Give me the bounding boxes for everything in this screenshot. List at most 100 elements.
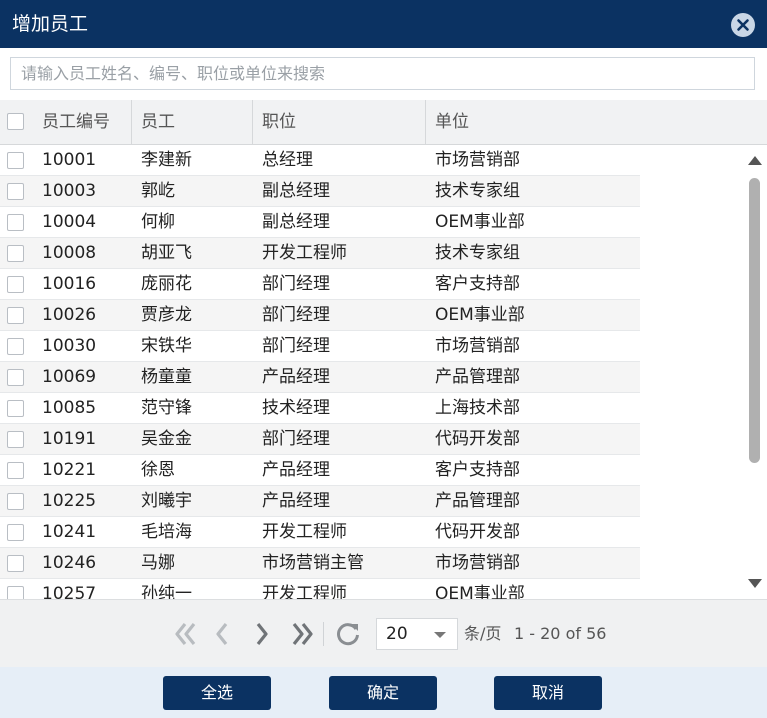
cell-employee-id: 10257 (42, 584, 97, 599)
row-checkbox[interactable] (7, 555, 24, 572)
table-row[interactable]: 10257 孙纯一 开发工程师 OEM事业部 (0, 579, 640, 599)
table-row[interactable]: 10008 胡亚飞 开发工程师 技术专家组 (0, 238, 640, 269)
cell-unit: 技术专家组 (435, 181, 520, 201)
row-checkbox[interactable] (7, 276, 24, 293)
search-input[interactable] (11, 58, 754, 89)
row-checkbox[interactable] (7, 431, 24, 448)
table-row[interactable]: 10069 杨童童 产品经理 产品管理部 (0, 362, 640, 393)
confirm-button[interactable]: 确定 (329, 676, 437, 710)
row-checkbox[interactable] (7, 307, 24, 324)
cell-employee-name: 吴金金 (141, 429, 192, 449)
cell-position: 部门经理 (262, 429, 330, 449)
row-checkbox[interactable] (7, 245, 24, 262)
cell-employee-name: 徐恩 (141, 460, 175, 480)
cell-position: 开发工程师 (262, 584, 347, 599)
prev-page-icon[interactable] (212, 620, 232, 648)
cell-position: 技术经理 (262, 398, 330, 418)
vertical-scrollbar[interactable] (743, 145, 767, 599)
page-size-value: 20 (386, 624, 408, 644)
row-checkbox[interactable] (7, 493, 24, 510)
table-row[interactable]: 10225 刘曦宇 产品经理 产品管理部 (0, 486, 640, 517)
table-row[interactable]: 10085 范守锋 技术经理 上海技术部 (0, 393, 640, 424)
row-checkbox[interactable] (7, 586, 24, 599)
row-checkbox[interactable] (7, 338, 24, 355)
scroll-up-icon[interactable] (748, 156, 762, 165)
column-divider (131, 100, 132, 144)
cell-employee-name: 庞丽花 (141, 274, 192, 294)
cell-position: 产品经理 (262, 367, 330, 387)
column-header-position[interactable]: 职位 (262, 100, 296, 144)
cell-employee-name: 刘曦宇 (141, 491, 192, 511)
cell-employee-id: 10221 (42, 460, 97, 480)
last-page-icon[interactable] (288, 620, 316, 648)
cancel-button[interactable]: 取消 (494, 676, 602, 710)
cell-unit: 代码开发部 (435, 429, 520, 449)
table-row[interactable]: 10221 徐恩 产品经理 客户支持部 (0, 455, 640, 486)
cell-unit: 市场营销部 (435, 150, 520, 170)
row-checkbox[interactable] (7, 400, 24, 417)
dialog-title: 增加员工 (12, 13, 89, 35)
cell-unit: OEM事业部 (435, 212, 525, 232)
cell-unit: 上海技术部 (435, 398, 520, 418)
table-header: 员工编号 员工 职位 单位 (0, 100, 767, 145)
cell-unit: 市场营销部 (435, 336, 520, 356)
cell-position: 部门经理 (262, 274, 330, 294)
column-header-id[interactable]: 员工编号 (42, 100, 110, 144)
cell-employee-id: 10191 (42, 429, 97, 449)
table-row[interactable]: 10016 庞丽花 部门经理 客户支持部 (0, 269, 640, 300)
cell-unit: OEM事业部 (435, 305, 525, 325)
cell-position: 产品经理 (262, 460, 330, 480)
table-row[interactable]: 10026 贾彦龙 部门经理 OEM事业部 (0, 300, 640, 331)
row-checkbox[interactable] (7, 369, 24, 386)
row-checkbox[interactable] (7, 524, 24, 541)
cell-employee-name: 李建新 (141, 150, 192, 170)
cell-unit: 市场营销部 (435, 553, 520, 573)
page-size-select[interactable]: 20 (376, 618, 458, 650)
table-row[interactable]: 10001 李建新 总经理 市场营销部 (0, 145, 640, 176)
row-checkbox[interactable] (7, 152, 24, 169)
first-page-icon[interactable] (172, 620, 200, 648)
cell-employee-id: 10001 (42, 150, 97, 170)
table-row[interactable]: 10241 毛培海 开发工程师 代码开发部 (0, 517, 640, 548)
column-divider (252, 100, 253, 144)
cell-unit: 代码开发部 (435, 522, 520, 542)
row-checkbox[interactable] (7, 214, 24, 231)
cell-position: 开发工程师 (262, 243, 347, 263)
table-row[interactable]: 10246 马娜 市场营销主管 市场营销部 (0, 548, 640, 579)
close-icon[interactable] (731, 13, 755, 37)
cell-employee-name: 何柳 (141, 212, 175, 232)
cell-employee-id: 10016 (42, 274, 97, 294)
cell-position: 副总经理 (262, 181, 330, 201)
cell-employee-id: 10225 (42, 491, 97, 511)
table-row[interactable]: 10003 郭屹 副总经理 技术专家组 (0, 176, 640, 207)
cell-employee-id: 10003 (42, 181, 97, 201)
cell-employee-name: 郭屹 (141, 181, 175, 201)
cell-position: 部门经理 (262, 336, 330, 356)
cell-employee-name: 宋铁华 (141, 336, 192, 356)
select-all-checkbox[interactable] (7, 113, 24, 130)
cell-employee-name: 杨童童 (141, 367, 192, 387)
table-row[interactable]: 10004 何柳 副总经理 OEM事业部 (0, 207, 640, 238)
cell-unit: OEM事业部 (435, 584, 525, 599)
cell-position: 总经理 (262, 150, 313, 170)
cell-employee-id: 10004 (42, 212, 97, 232)
dialog-titlebar: 增加员工 (0, 0, 767, 48)
cell-employee-id: 10241 (42, 522, 97, 542)
refresh-icon[interactable] (334, 620, 362, 648)
per-page-label: 条/页 (464, 624, 502, 643)
table-row[interactable]: 10030 宋铁华 部门经理 市场营销部 (0, 331, 640, 362)
cell-employee-name: 马娜 (141, 553, 175, 573)
row-checkbox[interactable] (7, 183, 24, 200)
table-row[interactable]: 10191 吴金金 部门经理 代码开发部 (0, 424, 640, 455)
table-body: 10001 李建新 总经理 市场营销部 10003 郭屹 副总经理 技术专家组 10004 何柳副… (0, 145, 767, 599)
select-all-button[interactable]: 全选 (163, 676, 271, 710)
column-header-unit[interactable]: 单位 (435, 100, 469, 144)
scroll-thumb[interactable] (749, 178, 760, 463)
column-header-name[interactable]: 员工 (141, 100, 175, 144)
cell-employee-name: 贾彦龙 (141, 305, 192, 325)
cell-employee-id: 10085 (42, 398, 97, 418)
row-checkbox[interactable] (7, 462, 24, 479)
next-page-icon[interactable] (252, 620, 272, 648)
scroll-down-icon[interactable] (748, 579, 762, 588)
cell-position: 产品经理 (262, 491, 330, 511)
